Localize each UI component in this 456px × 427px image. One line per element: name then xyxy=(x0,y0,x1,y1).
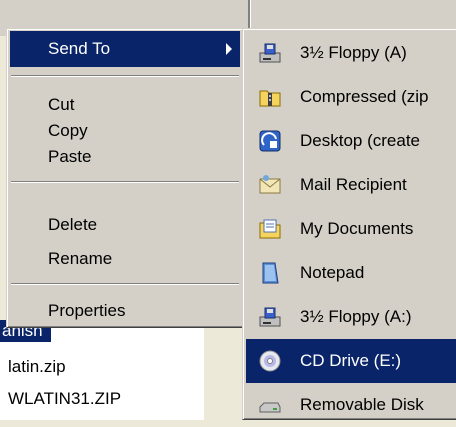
menu-separator xyxy=(11,75,239,77)
menu-item-send-to[interactable]: Send To xyxy=(10,31,240,67)
floppy-drive-icon xyxy=(259,43,281,63)
cd-drive-icon xyxy=(259,350,281,372)
context-menu: Send To Cut Copy Paste Delete Rename Pro… xyxy=(6,28,244,328)
send-to-floppy-a-drive[interactable]: 3½ Floppy (A:) xyxy=(246,295,456,339)
send-to-my-documents[interactable]: My Documents xyxy=(246,207,456,251)
menu-separator xyxy=(11,283,239,285)
send-to-floppy-a[interactable]: 3½ Floppy (A) xyxy=(246,31,456,75)
menu-item-label: Paste xyxy=(48,147,92,166)
zip-folder-icon xyxy=(259,90,281,107)
send-to-item-label: Removable Disk xyxy=(300,395,424,414)
mail-envelope-icon xyxy=(259,175,281,194)
notepad-icon xyxy=(262,262,279,284)
desktop-shortcut-icon xyxy=(259,130,281,152)
send-to-item-label: CD Drive (E:) xyxy=(300,351,402,370)
file-list-item[interactable]: latin.zip xyxy=(8,354,66,380)
menu-item-label: Send To xyxy=(48,39,111,58)
menu-item-properties[interactable]: Properties xyxy=(10,293,240,329)
menu-item-label: Delete xyxy=(48,215,98,234)
send-to-removable-disk[interactable]: Removable Disk xyxy=(246,383,456,427)
send-to-item-label: Notepad xyxy=(300,263,365,282)
removable-disk-icon xyxy=(259,402,281,413)
menu-item-label: Properties xyxy=(48,301,126,320)
send-to-desktop[interactable]: Desktop (create xyxy=(246,119,456,163)
send-to-item-label: 3½ Floppy (A:) xyxy=(300,307,412,326)
send-to-item-label: Compressed (zip xyxy=(300,87,429,106)
send-to-cd-drive[interactable]: CD Drive (E:) xyxy=(246,339,456,383)
file-list: anish latin.zip WLATIN31.ZIP xyxy=(0,320,205,420)
send-to-mail-recipient[interactable]: Mail Recipient xyxy=(246,163,456,207)
send-to-item-label: Desktop (create xyxy=(300,131,420,150)
send-to-notepad[interactable]: Notepad xyxy=(246,251,456,295)
window-pane-divider xyxy=(204,320,243,420)
send-to-item-label: My Documents xyxy=(300,219,414,238)
menu-separator xyxy=(11,181,239,183)
my-documents-folder-icon xyxy=(259,219,281,239)
send-to-item-label: Mail Recipient xyxy=(300,175,407,194)
menu-item-label: Rename xyxy=(48,249,113,268)
floppy-drive-icon xyxy=(259,307,281,327)
send-to-compressed-folder[interactable]: Compressed (zip xyxy=(246,75,456,119)
menu-item-rename[interactable]: Rename xyxy=(10,241,240,277)
menu-item-delete[interactable]: Delete xyxy=(10,207,240,243)
send-to-submenu: 3½ Floppy (A) Compressed (zip Desktop (c… xyxy=(242,28,456,420)
file-list-item[interactable]: WLATIN31.ZIP xyxy=(8,386,121,412)
submenu-arrow-icon xyxy=(226,43,232,55)
send-to-item-label: 3½ Floppy (A) xyxy=(300,43,407,62)
menu-item-paste[interactable]: Paste xyxy=(10,139,240,175)
